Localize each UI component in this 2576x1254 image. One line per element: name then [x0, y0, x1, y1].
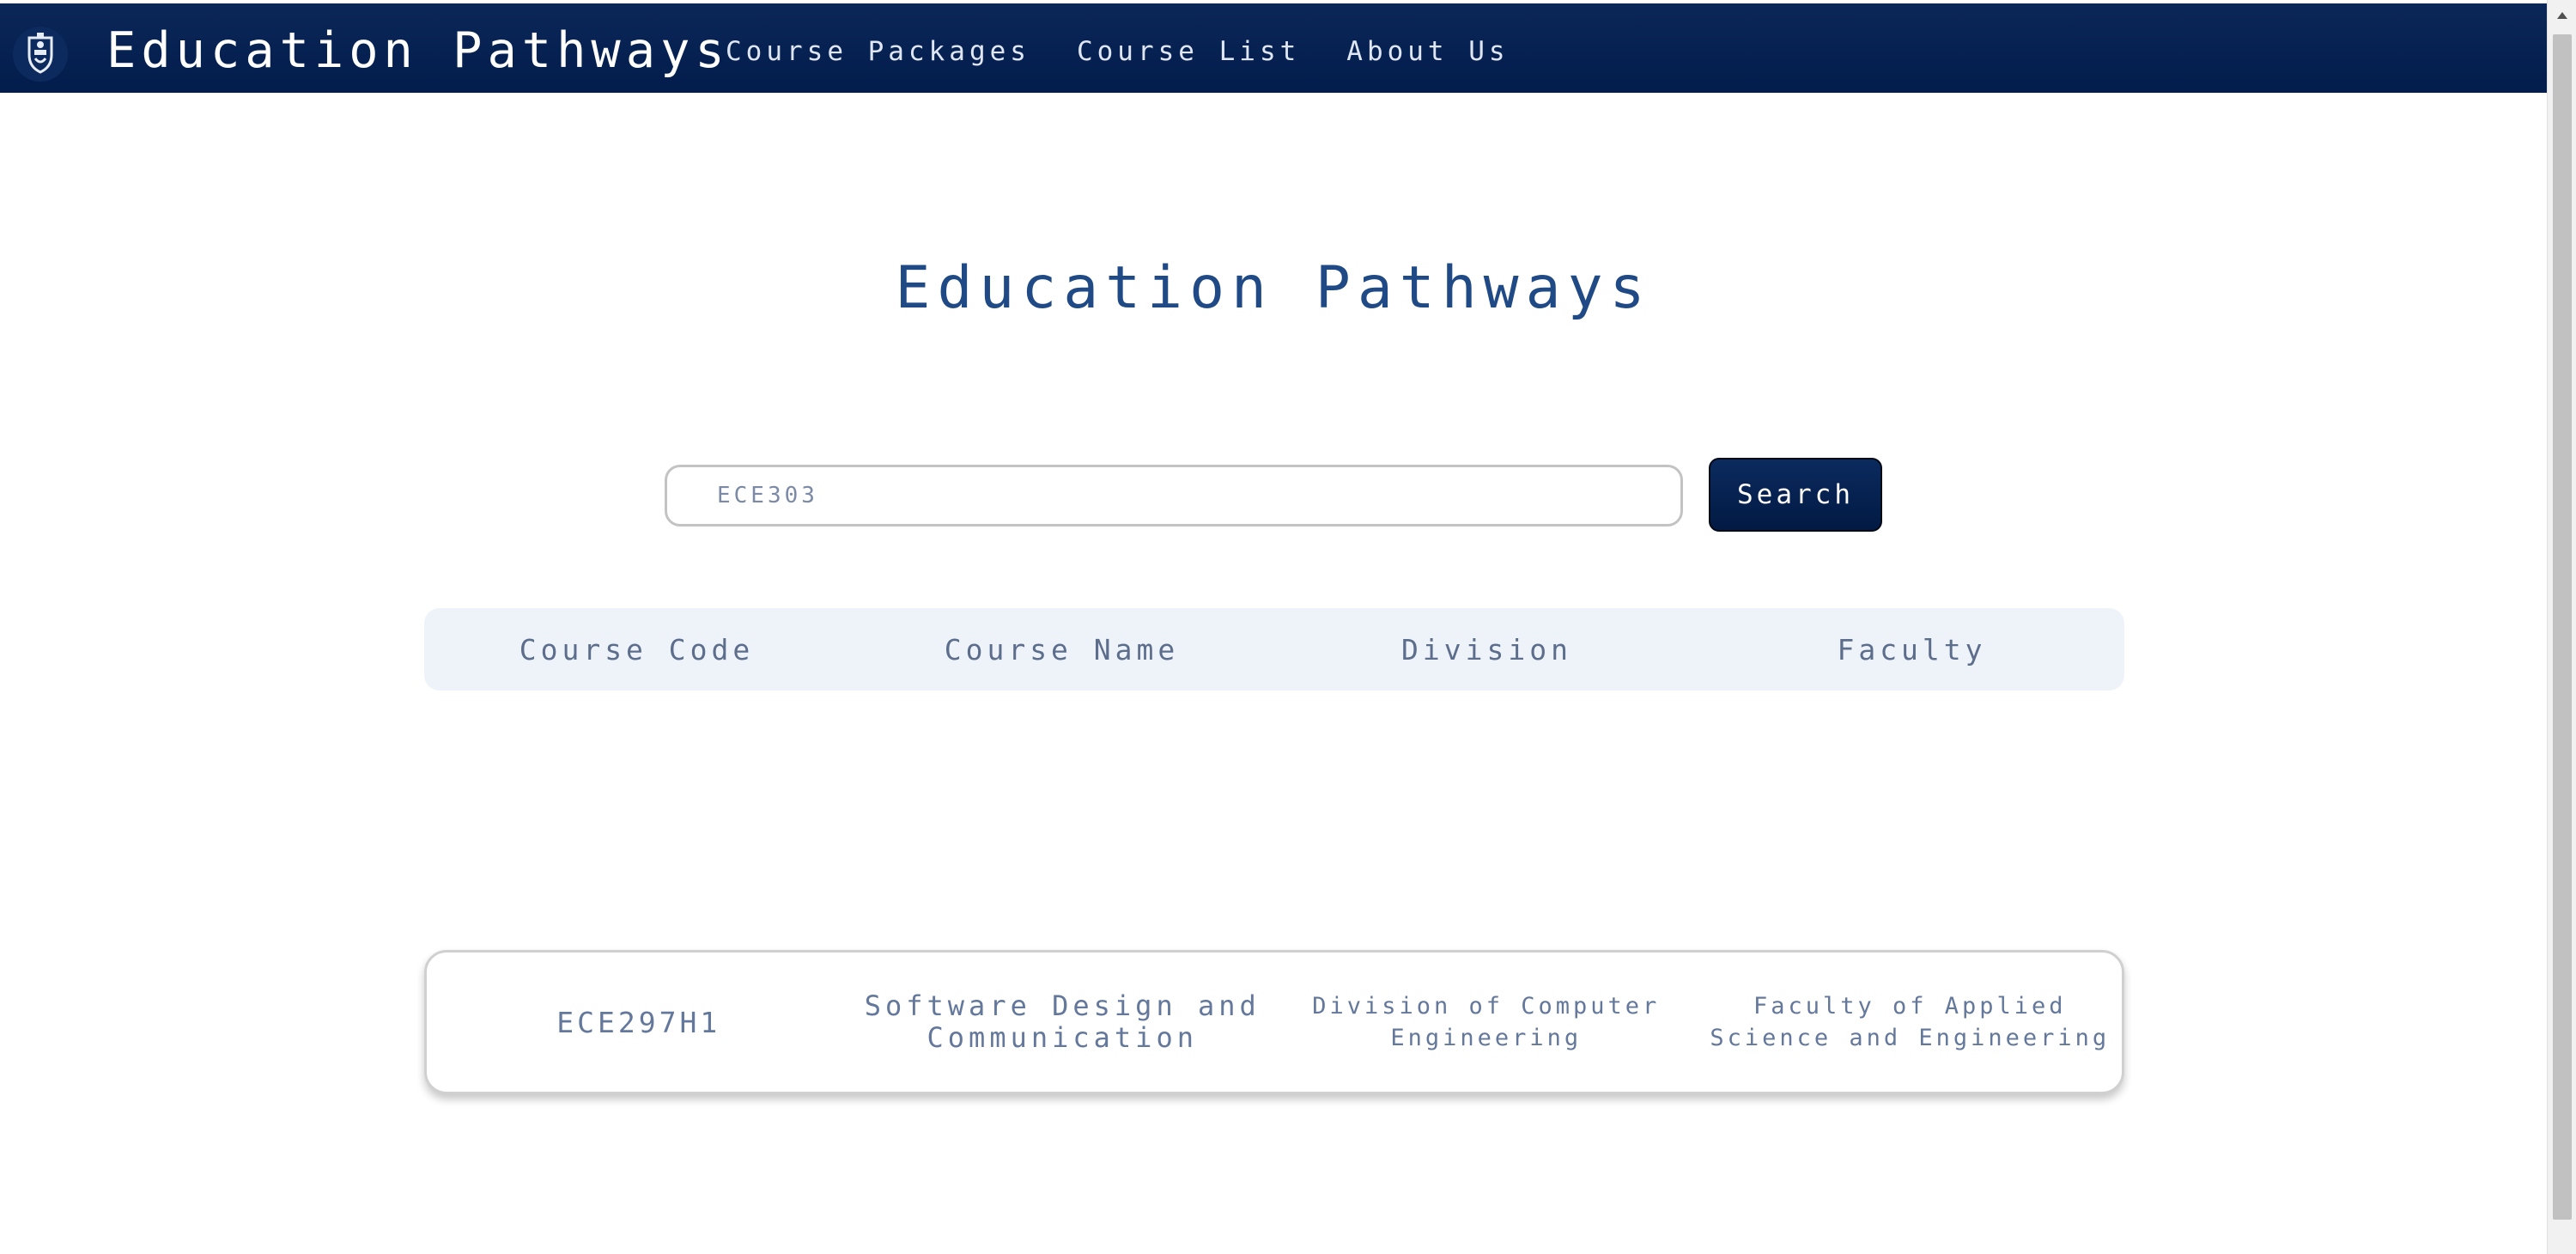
course-name-cell: Software Design and Communication [864, 989, 1261, 1054]
column-header-course-name: Course Name [944, 632, 1180, 667]
vertical-scrollbar[interactable] [2547, 0, 2576, 1254]
column-header-faculty: Faculty [1837, 632, 1987, 667]
results-table-header: Course Code Course Name Division Faculty [424, 608, 2124, 691]
page-title: Education Pathways [895, 254, 1652, 322]
course-code-cell: ECE297H1 [556, 1005, 721, 1039]
nav-link-about-us[interactable]: About Us [1346, 33, 1509, 70]
scroll-up-arrow-icon[interactable] [2548, 0, 2576, 31]
page: Education Pathways Course Packages Cours… [0, 0, 2576, 1254]
column-header-division: Division [1401, 632, 1572, 667]
faculty-cell: Faculty of Applied Science and Engineeri… [1710, 993, 2111, 1051]
nav-link-course-list[interactable]: Course List [1077, 33, 1300, 70]
university-crest-logo[interactable] [13, 27, 68, 82]
top-navbar: Education Pathways Course Packages Cours… [0, 3, 2547, 93]
course-search-input[interactable] [665, 465, 1683, 527]
division-cell: Division of Computer Engineering [1312, 993, 1661, 1051]
crest-icon [27, 33, 53, 74]
nav-links: Course Packages Course List About Us [726, 33, 1556, 70]
course-result-row[interactable]: ECE297H1 Software Design and Communicati… [424, 950, 2124, 1094]
brand-title[interactable]: Education Pathways [106, 21, 730, 81]
column-header-course-code: Course Code [519, 632, 755, 667]
nav-link-course-packages[interactable]: Course Packages [726, 33, 1030, 70]
search-button[interactable]: Search [1709, 458, 1882, 532]
scrollbar-thumb[interactable] [2553, 34, 2572, 1220]
